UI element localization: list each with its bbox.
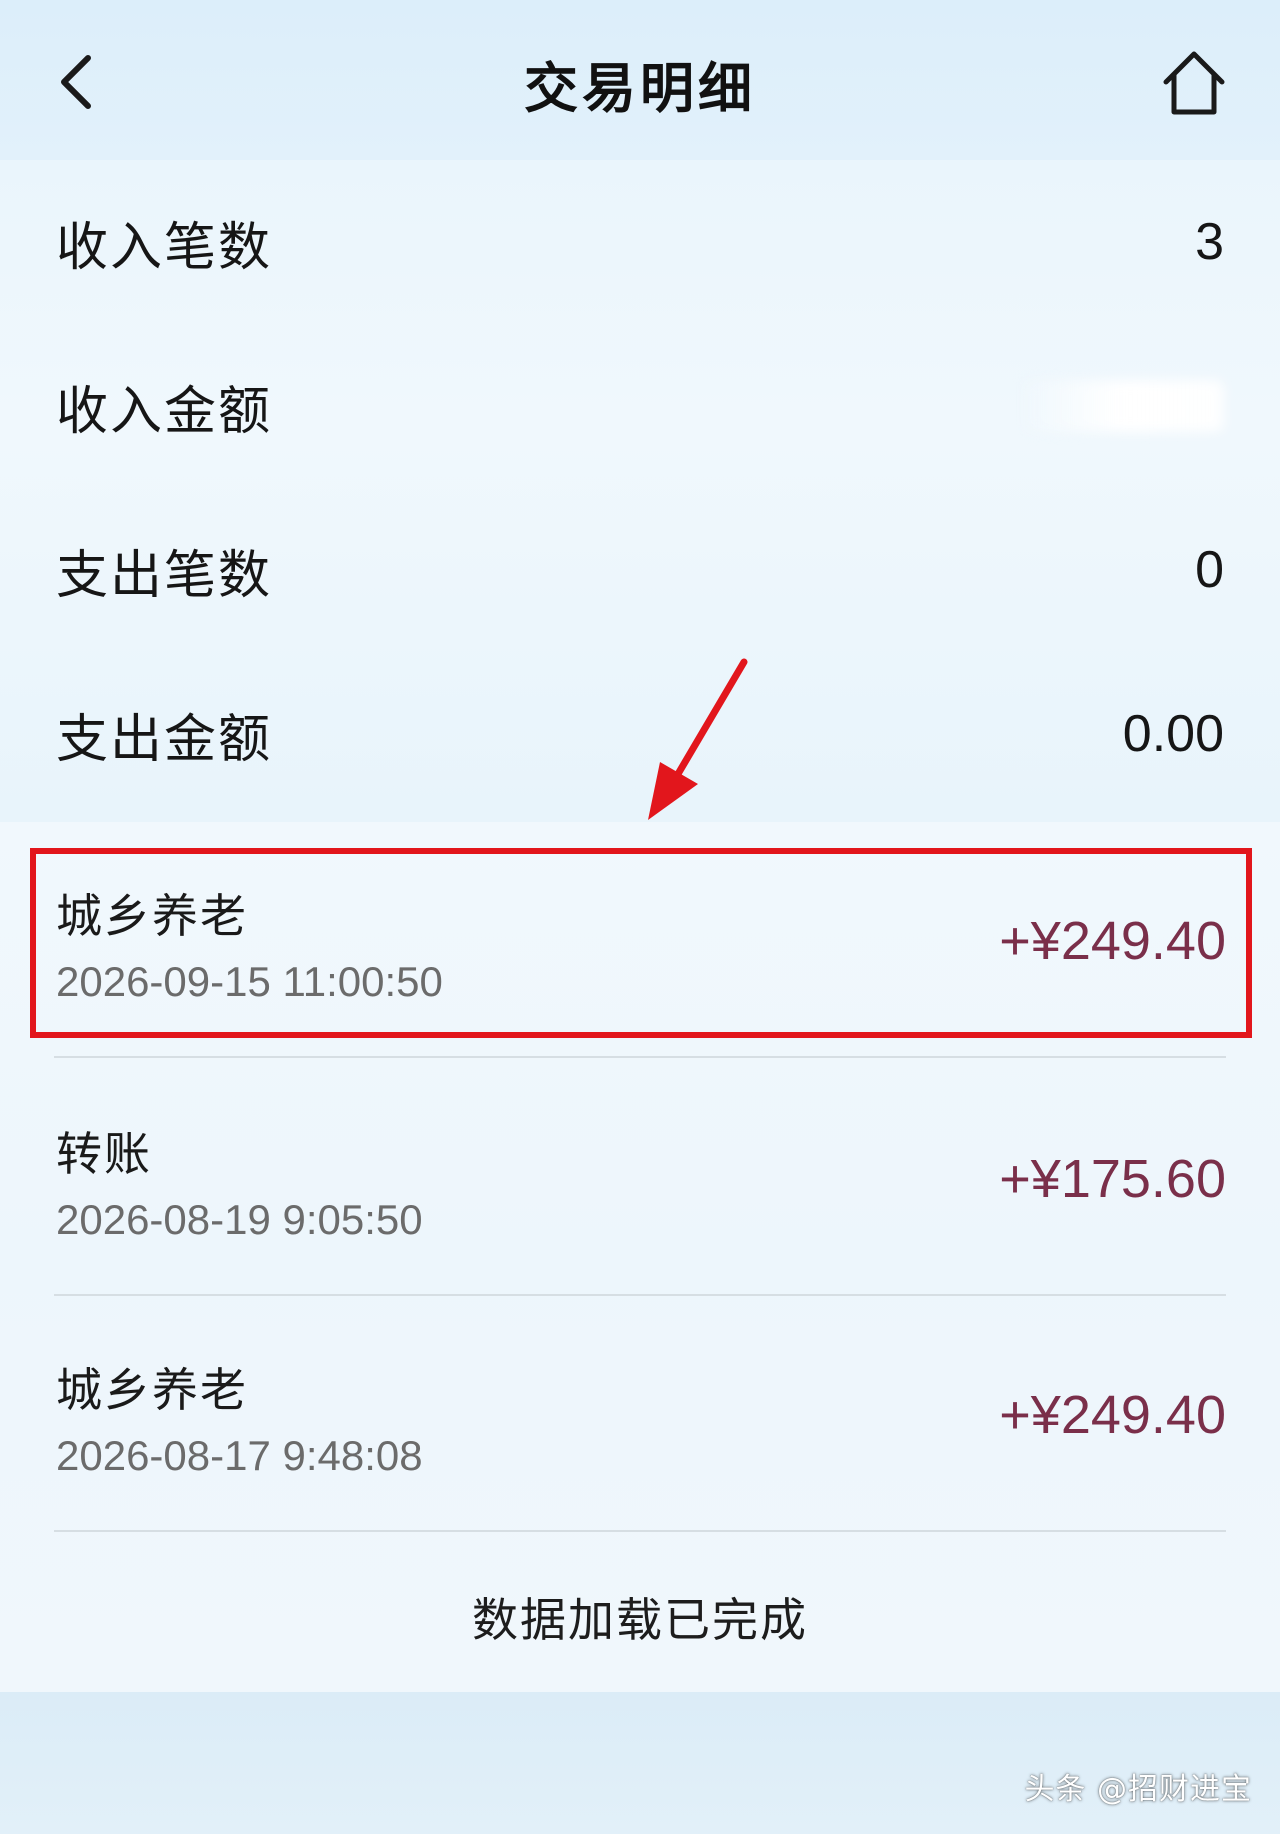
transaction-amount: +¥175.60 (999, 1149, 1226, 1209)
income-amount-row: 收入金额 (56, 366, 1224, 446)
transaction-amount: +¥249.40 (999, 1385, 1226, 1445)
income-count-value: 3 (1195, 213, 1224, 271)
transaction-row[interactable]: 城乡养老 2026-09-15 11:00:50 +¥249.40 (0, 822, 1280, 1058)
income-count-row: 收入笔数 3 (56, 202, 1224, 282)
transaction-time: 2026-08-17 9:48:08 (56, 1432, 423, 1479)
expense-amount-row: 支出金额 0.00 (56, 694, 1224, 774)
expense-count-value: 0 (1195, 541, 1224, 599)
divider (54, 1530, 1226, 1532)
transaction-row[interactable]: 城乡养老 2026-08-17 9:48:08 +¥249.40 (0, 1296, 1280, 1532)
home-icon (1163, 51, 1225, 115)
transaction-row[interactable]: 转账 2026-08-19 9:05:50 +¥175.60 (0, 1060, 1280, 1296)
transaction-time: 2026-08-19 9:05:50 (56, 1196, 423, 1243)
income-amount-label: 收入金额 (56, 381, 273, 442)
expense-amount-label: 支出金额 (56, 709, 273, 770)
transaction-time: 2026-09-15 11:00:50 (56, 958, 443, 1005)
income-amount-redacted (1024, 380, 1224, 432)
expense-count-row: 支出笔数 0 (56, 530, 1224, 610)
transaction-name: 转账 (56, 1127, 152, 1181)
expense-count-label: 支出笔数 (56, 545, 273, 606)
home-button[interactable] (1158, 46, 1230, 120)
list-status-text: 数据加载已完成 (472, 1593, 808, 1647)
watermark-text: 头条 @招财进宝 (1024, 1772, 1252, 1807)
transaction-name: 城乡养老 (56, 1363, 248, 1417)
divider (54, 1056, 1226, 1058)
page-title: 交易明细 (524, 57, 756, 120)
expense-amount-value: 0.00 (1122, 705, 1224, 763)
income-count-label: 收入笔数 (56, 217, 273, 278)
transaction-list: 城乡养老 2026-09-15 11:00:50 +¥249.40 转账 202… (0, 822, 1280, 1692)
transaction-amount: +¥249.40 (999, 911, 1226, 971)
transaction-name: 城乡养老 (56, 889, 248, 943)
header-bar: 交易明细 (0, 0, 1280, 160)
summary-panel: 收入笔数 3 收入金额 支出笔数 0 支出金额 0.00 (0, 160, 1280, 822)
footer-area: 头条 @招财进宝 (0, 1692, 1280, 1834)
